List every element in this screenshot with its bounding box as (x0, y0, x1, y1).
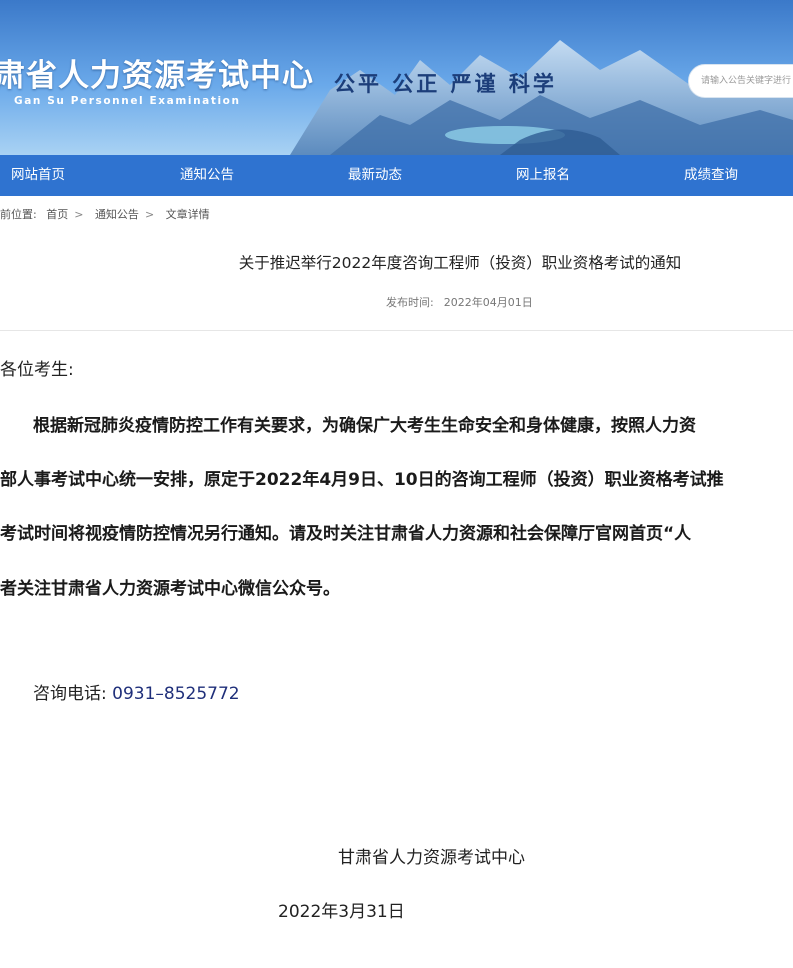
site-title: 肃省人力资源考试中心 (0, 58, 314, 94)
breadcrumb-notices-link[interactable]: 通知公告 (95, 208, 139, 221)
article-greeting: 各位考生: (0, 360, 74, 380)
contact-phone: 咨询电话: 0931–8525772 (33, 679, 240, 704)
search-input[interactable] (701, 65, 793, 97)
phone-label: 咨询电话: (33, 684, 107, 704)
main-nav: 网站首页 通知公告 最新动态 网上报名 成绩查询 (0, 155, 793, 196)
signature-date: 2022年3月31日 (278, 902, 405, 922)
nav-item-notices[interactable]: 通知公告 (180, 155, 234, 196)
signature-organization: 甘肃省人力资源考试中心 (338, 848, 525, 868)
breadcrumb-current: 文章详情 (165, 208, 210, 221)
breadcrumb-prefix: 前位置: (0, 208, 37, 221)
article-paragraph-line: 者关注甘肃省人力资源考试中心微信公众号。 (0, 579, 340, 599)
article-paragraph-line: 根据新冠肺炎疫情防控工作有关要求，为确保广大考生生命安全和身体健康，按照人力资 (33, 416, 696, 436)
breadcrumb-separator-icon: > (144, 208, 155, 221)
site-subtitle: Gan Su Personnel Examination (14, 95, 241, 107)
breadcrumb: 前位置: 首页 > 通知公告 > 文章详情 (0, 206, 216, 222)
phone-number-link[interactable]: 0931–8525772 (112, 684, 239, 704)
nav-item-news[interactable]: 最新动态 (348, 155, 402, 196)
nav-item-home[interactable]: 网站首页 (11, 155, 65, 196)
search-box[interactable] (688, 64, 793, 98)
nav-item-score-query[interactable]: 成绩查询 (684, 155, 738, 196)
breadcrumb-home-link[interactable]: 首页 (46, 208, 68, 221)
site-slogan: 公平 公正 严谨 科学 (334, 71, 557, 96)
publish-date: 2022年04月01日 (443, 296, 533, 309)
header-banner: 肃省人力资源考试中心 Gan Su Personnel Examination … (0, 0, 793, 155)
article-title: 关于推迟举行2022年度咨询工程师（投资）职业资格考试的通知 (238, 254, 682, 272)
divider (0, 330, 793, 331)
publish-label: 发布时间: (386, 296, 434, 309)
breadcrumb-separator-icon: > (74, 208, 84, 221)
publish-info: 发布时间: 2022年04月01日 (386, 294, 533, 310)
nav-item-registration[interactable]: 网上报名 (516, 155, 570, 196)
article-paragraph-line: 考试时间将视疫情防控情况另行通知。请及时关注甘肃省人力资源和社会保障厅官网首页“… (0, 524, 692, 544)
article-paragraph-line: 部人事考试中心统一安排，原定于2022年4月9日、10日的咨询工程师（投资）职业… (0, 470, 724, 490)
